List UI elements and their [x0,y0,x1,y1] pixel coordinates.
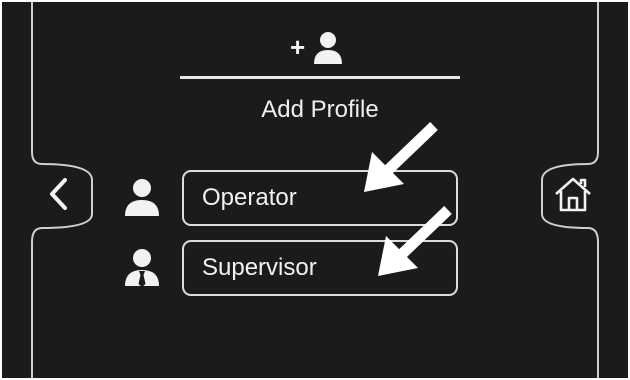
supervisor-tie-icon [125,249,159,287]
annotation-arrow-icon [364,122,438,192]
back-button[interactable] [40,174,80,214]
add-plus-glyph: + [290,32,305,62]
supervisor-label: Supervisor [202,254,317,281]
chevron-left-icon [50,178,67,210]
operator-person-icon [125,179,159,216]
header-divider [180,76,460,79]
home-button[interactable] [553,174,593,214]
device-screen: + Add Profile Operator Supervisor [2,2,628,378]
home-icon [555,177,591,212]
annotation-arrow-icon [378,206,452,276]
operator-label: Operator [202,184,297,211]
add-user-icon: + [290,32,342,64]
